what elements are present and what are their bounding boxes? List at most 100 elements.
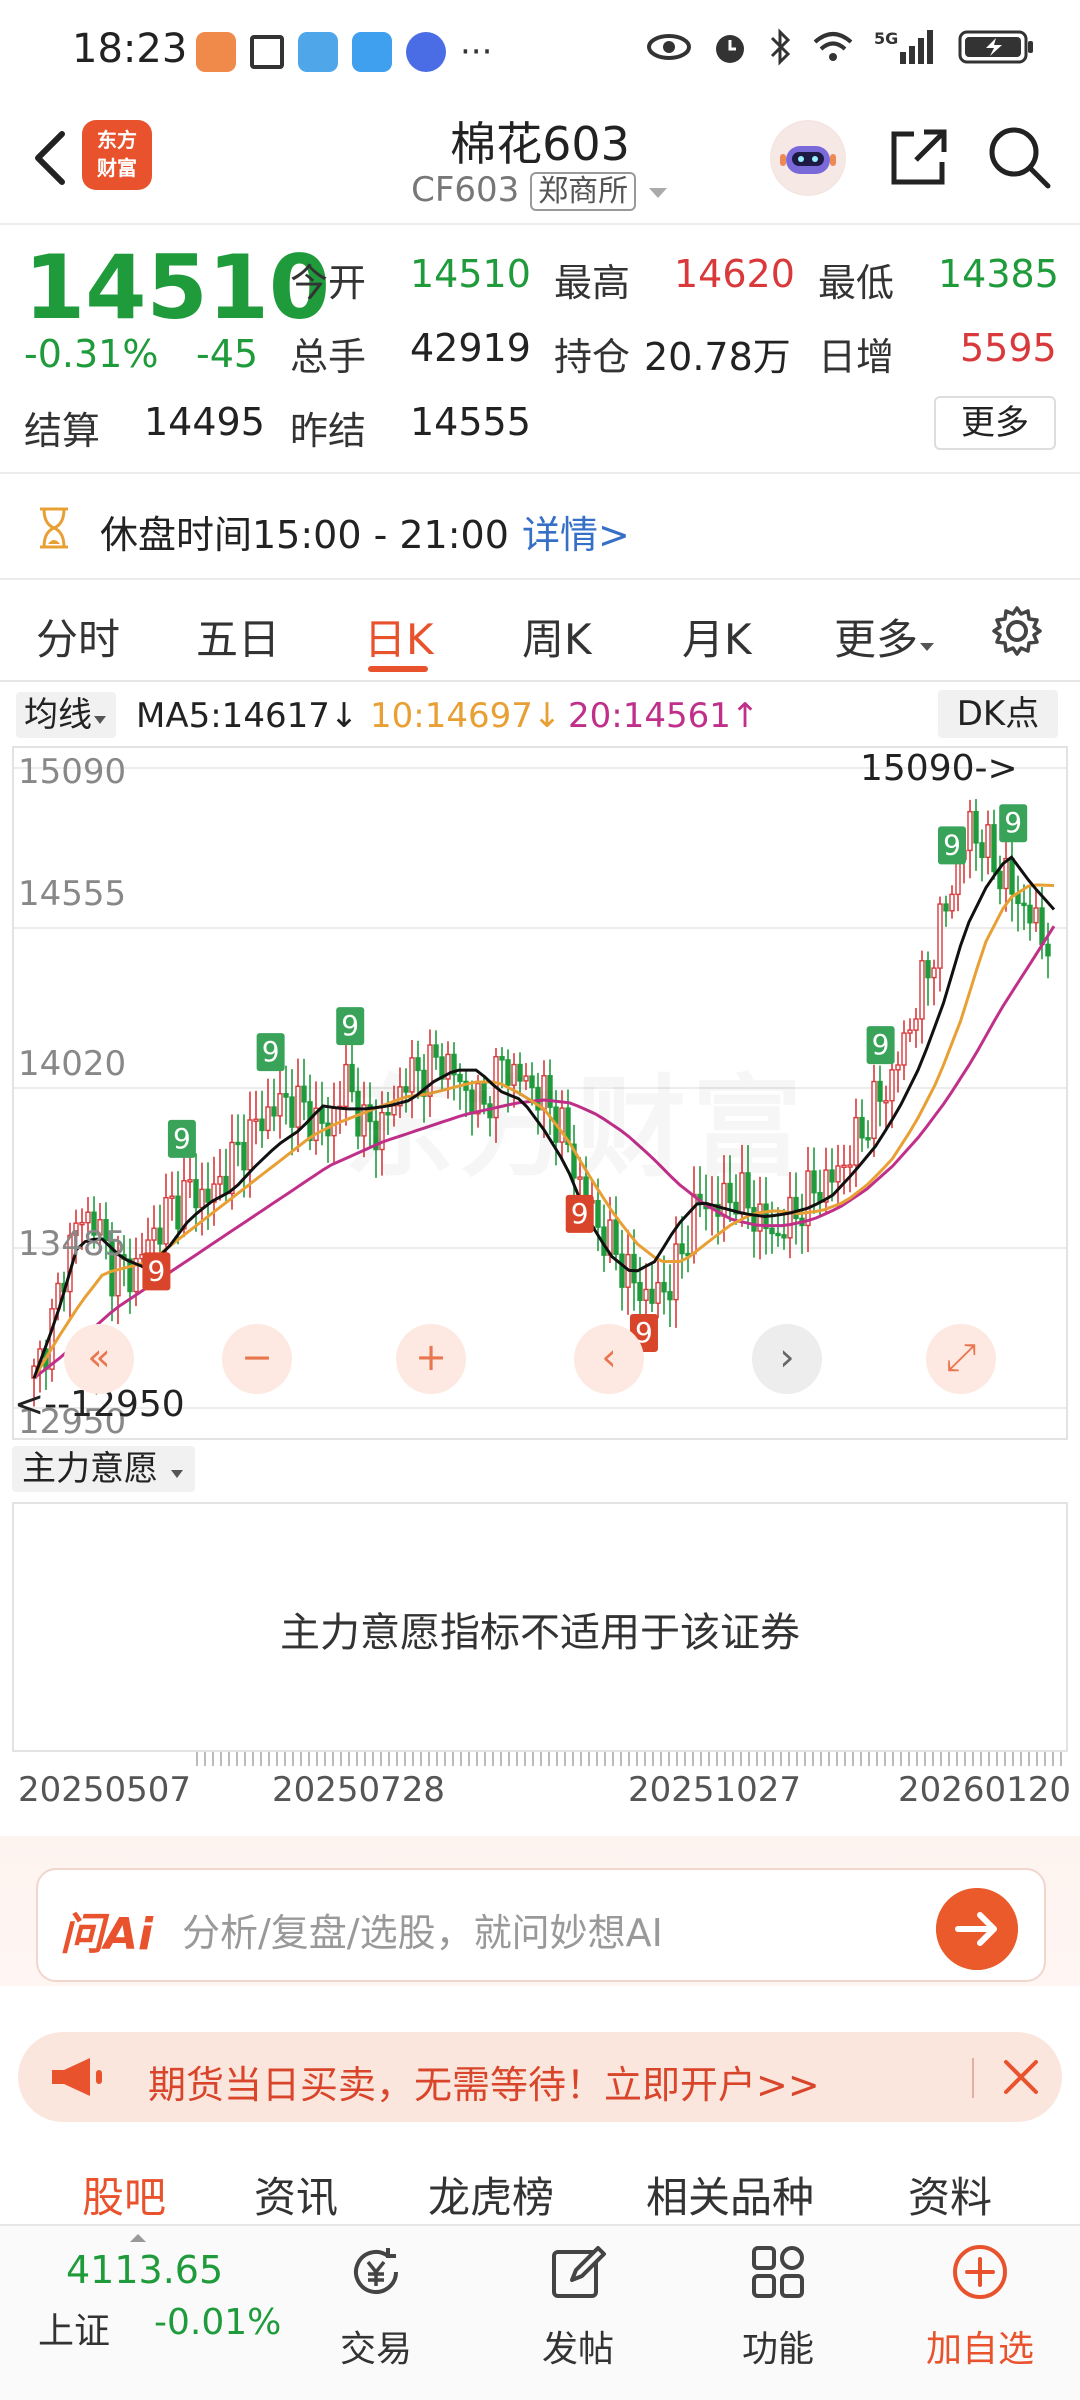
candle-body: [667, 1291, 673, 1301]
low-label: 最低: [818, 261, 895, 305]
candle-body: [1039, 907, 1045, 946]
candle-body: [301, 1085, 307, 1103]
tab-more-label: 更多: [834, 615, 919, 664]
candle-body: [985, 824, 991, 859]
candle-body: [205, 1188, 211, 1203]
sub-indicator-select[interactable]: 主力意愿: [12, 1446, 195, 1492]
candle-body: [967, 810, 973, 852]
candle-body: [157, 1227, 163, 1245]
candle-body: [253, 1118, 259, 1122]
tab-more[interactable]: 更多: [834, 606, 936, 667]
settle-value: 14495: [144, 400, 265, 444]
nav-post-label: 发帖: [541, 2329, 614, 2370]
nav-functions[interactable]: 功能: [708, 2236, 848, 2386]
step-right-button[interactable]: ›: [752, 1324, 822, 1394]
fullscreen-button[interactable]: ⤢: [926, 1324, 996, 1394]
ai-placeholder: 分析/复盘/选股，就问妙想AI: [182, 1911, 663, 1955]
period-tabs: 分时 五日 日K 周K 月K 更多: [0, 582, 1080, 682]
candle-body: [229, 1141, 235, 1195]
candle-body: [277, 1093, 283, 1117]
candle-body: [943, 903, 949, 912]
candle-body: [1045, 943, 1051, 957]
sub-indicator-panel: 主力意愿指标不适用于该证券: [12, 1502, 1068, 1752]
caret-up-icon: [130, 2234, 146, 2242]
candle-body: [679, 1243, 685, 1255]
indicator-select[interactable]: 均线: [16, 692, 116, 738]
prev-settle-label: 昨结: [290, 409, 367, 453]
arrow-right-icon[interactable]: [936, 1888, 1018, 1970]
candle-body: [919, 960, 925, 1020]
nav-trade[interactable]: 交易: [306, 2236, 446, 2386]
candle-body: [85, 1211, 91, 1224]
promo-banner[interactable]: 期货当日买卖，无需等待！立即开户>>: [18, 2032, 1062, 2122]
scroll-left-button[interactable]: «: [64, 1324, 134, 1394]
search-icon[interactable]: [986, 124, 1052, 190]
zoom-out-button[interactable]: −: [222, 1324, 292, 1394]
tab-billboard[interactable]: 龙虎榜: [428, 2164, 554, 2225]
candle-body: [835, 1165, 841, 1183]
candle-body: [991, 824, 997, 873]
dk-points-button[interactable]: DK点: [938, 690, 1058, 738]
ma20-value: 20:14561↑: [568, 696, 760, 736]
alarm-icon: [716, 35, 744, 63]
candle-body: [241, 1142, 247, 1171]
candle-body: [889, 1069, 895, 1102]
tab-weekly-k[interactable]: 周K: [522, 606, 592, 667]
gear-icon[interactable]: [990, 604, 1044, 658]
hourglass-icon: [40, 507, 68, 549]
app-heart-icon: [196, 32, 236, 72]
candle-body: [937, 903, 943, 969]
signal-badge-label: 9: [173, 1122, 191, 1155]
change-amount: -45: [196, 332, 259, 376]
break-time-text: 休盘时间15:00 - 21:00: [100, 513, 509, 557]
app-leaf-icon: [250, 35, 284, 69]
candle-body: [913, 1018, 919, 1031]
ai-assistant-robot-icon[interactable]: [770, 120, 846, 196]
nav-add-watchlist[interactable]: 加自选: [910, 2236, 1050, 2386]
candle-body: [859, 1116, 865, 1139]
tab-daily-k[interactable]: 日K: [364, 606, 434, 667]
tab-five-day[interactable]: 五日: [196, 606, 280, 667]
dropdown-triangle-icon: [94, 716, 106, 724]
status-time: 18:23: [72, 26, 188, 72]
close-icon[interactable]: [1000, 2056, 1042, 2098]
index-value: 4113.65: [66, 2248, 224, 2292]
tab-related[interactable]: 相关品种: [646, 2164, 814, 2225]
nav-post[interactable]: 发帖: [508, 2236, 648, 2386]
step-left-button[interactable]: ‹: [574, 1324, 644, 1394]
x-label-2: 20250728: [272, 1770, 446, 1810]
share-icon[interactable]: [886, 126, 950, 190]
more-quote-button[interactable]: 更多: [934, 396, 1056, 450]
candle-body: [979, 842, 985, 859]
trading-break-notice: 休盘时间15:00 - 21:00 详情>: [0, 476, 1080, 580]
y-tick-top: 15090: [18, 752, 127, 792]
signal-badge-label: 9: [571, 1197, 589, 1230]
candle-body: [793, 1196, 799, 1220]
candle-body: [169, 1195, 175, 1199]
ai-ask-input[interactable]: 问Ai 分析/复盘/选股，就问妙想AI: [36, 1868, 1046, 1982]
tab-monthly-k[interactable]: 月K: [682, 606, 752, 667]
tab-intraday[interactable]: 分时: [36, 606, 120, 667]
zoom-in-button[interactable]: +: [396, 1324, 466, 1394]
tab-forum[interactable]: 股吧: [82, 2164, 166, 2225]
candle-body: [127, 1258, 133, 1293]
low-value: 14385: [938, 252, 1059, 296]
candlestick-chart[interactable]: 999999999 东方财富 15090 14555 14020 13485 1…: [12, 746, 1068, 1440]
candle-body: [673, 1243, 679, 1301]
dropdown-triangle-icon[interactable]: [647, 185, 669, 201]
candle-body: [871, 1080, 877, 1140]
candle-body: [757, 1203, 763, 1232]
candle-body: [841, 1164, 847, 1168]
x-label-3: 20251027: [628, 1770, 802, 1810]
signal-badge-label: 9: [943, 828, 961, 861]
bottom-nav: 4113.65 上证 -0.01% 交易 发帖 功能 加自选: [0, 2224, 1080, 2400]
header: 东方财富 棉花603 CF603 郑商所: [0, 100, 1080, 225]
tab-profile[interactable]: 资料: [908, 2164, 992, 2225]
open-interest-label: 持仓: [554, 335, 631, 379]
daily-increase-value: 5595: [960, 326, 1057, 370]
nav-functions-label: 功能: [741, 2329, 814, 2370]
candle-body: [853, 1116, 859, 1166]
tab-news[interactable]: 资讯: [254, 2164, 338, 2225]
details-link[interactable]: 详情>: [522, 504, 630, 559]
candle-body: [949, 893, 955, 912]
